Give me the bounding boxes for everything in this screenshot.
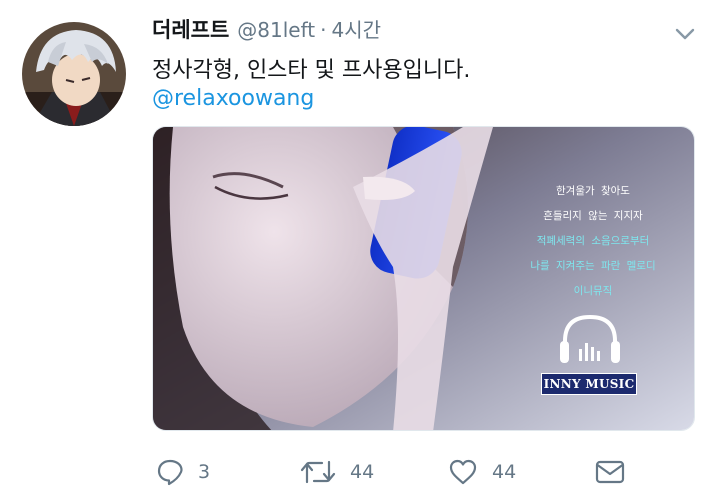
heart-icon — [449, 459, 477, 485]
mention-link[interactable]: @relaxoowang — [152, 86, 314, 111]
like-button[interactable]: 44 — [448, 452, 516, 492]
envelope-icon — [595, 460, 625, 484]
tweet-text: 정사각형, 인스타 및 프사용입니다. — [152, 58, 471, 83]
tweet-timestamp[interactable]: 4시간 — [331, 14, 381, 43]
reply-icon — [157, 459, 183, 486]
separator-dot: · — [320, 18, 327, 42]
reply-count: 3 — [198, 461, 211, 483]
display-name[interactable]: 더레프트 — [152, 14, 229, 44]
chevron-down-icon[interactable] — [672, 26, 698, 42]
lyric-line: 이니뮤직 — [573, 285, 613, 297]
direct-message-button[interactable] — [594, 452, 626, 492]
lyric-line: 적폐세력의 소음으로부터 — [536, 235, 650, 247]
lyric-line: 나를 지켜주는 파란 멜로디 — [530, 260, 656, 272]
retweet-icon — [300, 460, 336, 484]
tweet-header: 더레프트 @81left · 4시간 — [152, 14, 381, 44]
avatar[interactable] — [22, 22, 126, 126]
brand-label: INNY MUSIC — [541, 373, 637, 395]
tweet-media[interactable]: 한겨울가 찾아도 흔들리지 않는 지지자 적폐세력의 소음으로부터 나를 지켜주… — [152, 126, 695, 431]
tweet-actions: 3 44 44 — [0, 452, 720, 492]
lyric-line: 흔들리지 않는 지지자 — [543, 210, 643, 222]
headphones-icon — [560, 314, 620, 363]
user-handle[interactable]: @81left — [237, 18, 315, 42]
retweet-button[interactable]: 44 — [300, 452, 374, 492]
lyric-line: 한겨울가 찾아도 — [556, 185, 630, 197]
retweet-count: 44 — [350, 461, 375, 483]
reply-button[interactable]: 3 — [156, 452, 210, 492]
lyrics-overlay: 한겨울가 찾아도 흔들리지 않는 지지자 적폐세력의 소음으로부터 나를 지켜주… — [473, 179, 694, 304]
like-count: 44 — [492, 461, 517, 483]
